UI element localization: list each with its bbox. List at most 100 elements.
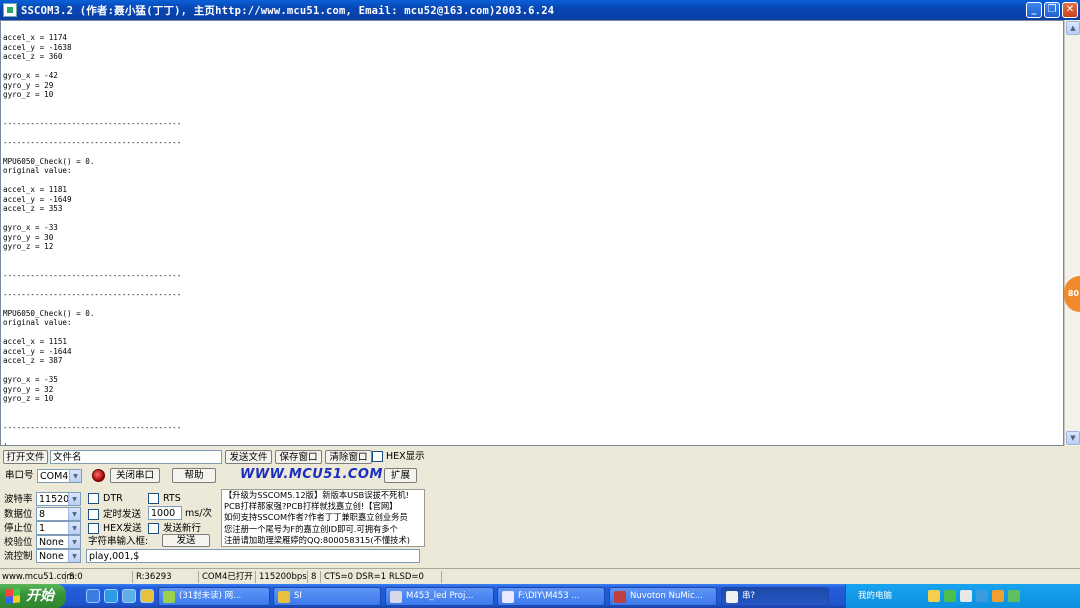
- receive-output-text: accel_x = 1174 accel_y = -1638 accel_z =…: [3, 33, 182, 446]
- send-newline-checkbox[interactable]: [148, 523, 159, 534]
- databits-select-value: 8: [39, 509, 46, 520]
- folder-icon: [278, 591, 290, 603]
- dtr-label: DTR: [103, 493, 123, 504]
- nuvoton-icon: [614, 591, 626, 603]
- quicklaunch-folder-icon[interactable]: [140, 589, 154, 603]
- open-file-button[interactable]: 打开文件: [3, 450, 48, 464]
- hex-display-label: HEX显示: [386, 451, 425, 462]
- parity-select-value: None: [39, 537, 64, 548]
- chevron-down-icon: ▼: [68, 508, 80, 520]
- quicklaunch-browser-icon[interactable]: [86, 589, 100, 603]
- chevron-down-icon: ▼: [68, 550, 80, 562]
- app-icon: [3, 3, 17, 17]
- ide-icon: [390, 591, 402, 603]
- chevron-down-icon: ▼: [68, 522, 80, 534]
- chevron-down-icon: ▼: [68, 493, 80, 505]
- timed-send-label: 定时发送: [103, 509, 142, 520]
- expand-button[interactable]: 扩展: [384, 468, 417, 483]
- tray-app-icon[interactable]: [976, 590, 988, 602]
- send-button[interactable]: 发送: [162, 534, 210, 547]
- taskbar-item-label: F:\DIY\M453 ...: [518, 591, 580, 601]
- system-tray: 我的电脑: [845, 584, 1080, 608]
- windows-flag-icon: [6, 588, 20, 604]
- taskbar-item-label: M453_led Proj...: [406, 591, 474, 601]
- parity-select[interactable]: None ▼: [36, 535, 81, 549]
- hex-send-checkbox[interactable]: [88, 523, 99, 534]
- minimize-button[interactable]: _: [1026, 2, 1042, 18]
- status-baud: 115200bps: [259, 571, 308, 583]
- flow-control-select-value: None: [39, 551, 64, 562]
- hex-display-checkbox[interactable]: [372, 451, 383, 462]
- tray-my-computer-label[interactable]: 我的电脑: [858, 584, 892, 608]
- status-port-state: COM4已打开: [200, 571, 256, 583]
- flow-control-select[interactable]: None ▼: [36, 549, 81, 563]
- hex-send-label: HEX发送: [103, 523, 142, 534]
- send-string-input[interactable]: play,001,$: [86, 549, 420, 563]
- databits-label: 数据位: [4, 509, 33, 520]
- window-controls: _ ❐ ✕: [1026, 2, 1078, 18]
- string-input-label: 字符串输入框:: [88, 536, 149, 547]
- taskbar-item-label: (31封未读) 网...: [179, 591, 242, 601]
- port-label: 串口号: [5, 470, 34, 481]
- send-interval-field[interactable]: 1000: [148, 506, 182, 520]
- maximize-button[interactable]: ❐: [1044, 2, 1060, 18]
- port-select-value: COM4: [40, 471, 69, 482]
- ad-line: 您注册一个尾号为F的嘉立创ID即可.可拥有多个: [224, 523, 398, 534]
- rts-checkbox[interactable]: [148, 493, 159, 504]
- status-sent-count: S:0: [67, 571, 133, 583]
- quicklaunch-media-icon[interactable]: [104, 589, 118, 603]
- help-button[interactable]: 帮助: [172, 468, 216, 483]
- status-site: www.mcu51.com: [2, 571, 75, 583]
- taskbar-item-label: Nuvoton NuMic...: [630, 591, 703, 601]
- timed-send-checkbox[interactable]: [88, 509, 99, 520]
- taskbar-item-sscom[interactable]: 串?: [721, 587, 829, 606]
- chevron-down-icon: ▼: [69, 470, 81, 482]
- port-select[interactable]: COM4 ▼: [37, 469, 82, 483]
- stopbits-select[interactable]: 1 ▼: [36, 521, 81, 535]
- chevron-down-icon: ▼: [68, 536, 80, 548]
- stopbits-select-value: 1: [39, 523, 46, 534]
- title-bar[interactable]: SSCOM3.2 (作者:聂小猛(丁丁), 主页http://www.mcu51…: [0, 0, 1080, 20]
- save-window-button[interactable]: 保存窗口: [275, 450, 322, 464]
- tray-security-icon[interactable]: [944, 590, 956, 602]
- stopbits-label: 停止位: [4, 523, 33, 534]
- ad-line: 【升级为SSCOM5.12版】新版本USB误拔不死机!: [224, 490, 410, 500]
- interval-unit-label: ms/次: [185, 508, 212, 519]
- quicklaunch-desktop-icon[interactable]: [122, 589, 136, 603]
- taskbar-item-mail[interactable]: (31封未读) 网...: [158, 587, 270, 606]
- parity-label: 校验位: [4, 537, 33, 548]
- status-signals: CTS=0 DSR=1 RLSD=0: [322, 571, 442, 583]
- ad-line: 如何支持SSCOM作者?作者丁丁兼职嘉立创业务员: [224, 512, 408, 523]
- tray-service-icon[interactable]: [1008, 590, 1020, 602]
- close-port-button[interactable]: 关闭串口: [110, 468, 160, 483]
- scroll-down-arrow-icon[interactable]: ▼: [1066, 431, 1080, 445]
- tray-network-icon[interactable]: [928, 590, 940, 602]
- explorer-icon: [502, 591, 514, 603]
- databits-select[interactable]: 8 ▼: [36, 507, 81, 521]
- window-title: SSCOM3.2 (作者:聂小猛(丁丁), 主页http://www.mcu51…: [21, 4, 555, 17]
- taskbar-item-si[interactable]: SI: [273, 587, 381, 606]
- mail-app-icon: [163, 591, 175, 603]
- send-file-button[interactable]: 发送文件: [225, 450, 272, 464]
- baud-select[interactable]: 115200 ▼: [36, 492, 81, 506]
- ad-line: PCB打样那家强?PCB打样就找嘉立创!【官网】: [224, 501, 398, 512]
- rts-label: RTS: [163, 493, 181, 504]
- scroll-up-arrow-icon[interactable]: ▲: [1066, 21, 1080, 35]
- taskbar-item-label: 串?: [742, 591, 756, 601]
- taskbar-item-label: SI: [294, 591, 302, 601]
- file-name-field[interactable]: 文件名: [50, 450, 222, 464]
- taskbar-item-explorer[interactable]: F:\DIY\M453 ...: [497, 587, 605, 606]
- output-scrollbar[interactable]: ▲ ▼: [1064, 20, 1080, 446]
- advertisement-panel: 【升级为SSCOM5.12版】新版本USB误拔不死机! PCB打样那家强?PCB…: [221, 489, 425, 547]
- taskbar-item-project[interactable]: M453_led Proj...: [385, 587, 494, 606]
- start-button[interactable]: 开始: [0, 584, 66, 608]
- clear-window-button[interactable]: 清除窗口: [325, 450, 372, 464]
- sscom-icon: [726, 591, 738, 603]
- tray-volume-icon[interactable]: [960, 590, 972, 602]
- close-button[interactable]: ✕: [1062, 2, 1078, 18]
- taskbar-item-nuvoton[interactable]: Nuvoton NuMic...: [609, 587, 717, 606]
- tray-update-icon[interactable]: [992, 590, 1004, 602]
- dtr-checkbox[interactable]: [88, 493, 99, 504]
- receive-output-area[interactable]: accel_x = 1174 accel_y = -1638 accel_z =…: [0, 20, 1064, 446]
- mcu51-site-link[interactable]: WWW.MCU51.COM: [240, 467, 383, 482]
